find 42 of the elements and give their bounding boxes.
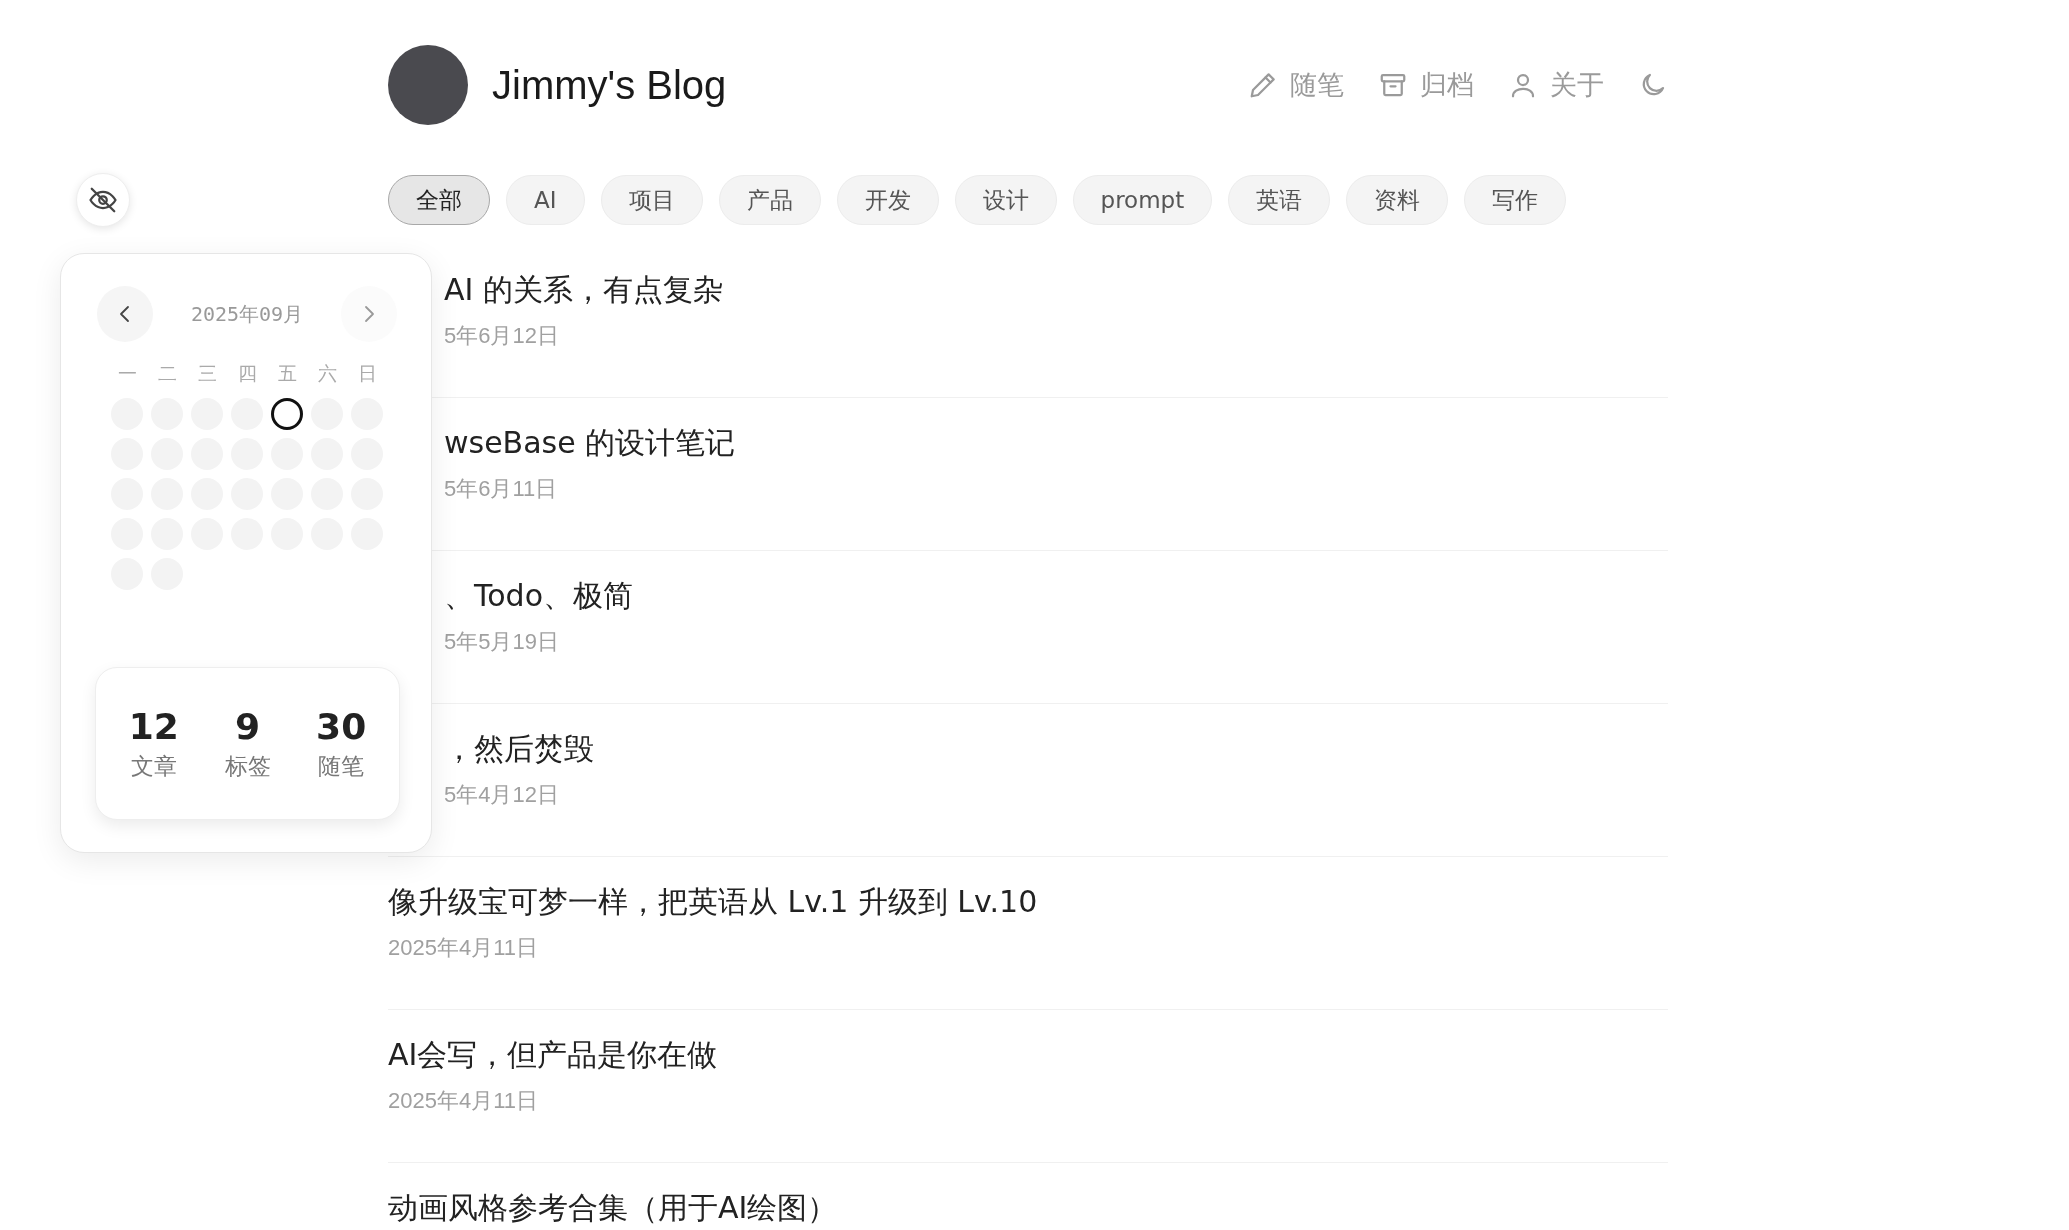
tag-filter[interactable]: 产品 (718, 175, 821, 225)
weekday-label: 六 (316, 361, 338, 386)
weekday-label: 三 (196, 361, 218, 386)
post-title[interactable]: AI会写，但产品是你在做 (388, 1034, 1668, 1076)
site-title[interactable]: Jimmy's Blog (492, 62, 727, 108)
tag-filter[interactable]: 开发 (836, 175, 939, 225)
post-date: 5年4月12日 (444, 781, 560, 809)
stat-label: 文章 (130, 751, 177, 781)
weekday-label: 二 (156, 361, 178, 386)
tag-filter[interactable]: 英语 (1228, 175, 1331, 225)
weekday-label: 日 (356, 361, 378, 386)
stat-value: 30 (316, 705, 367, 747)
post-title[interactable]: ，然后焚毁 (444, 728, 1668, 770)
month-label: 2025年09月 (190, 300, 304, 328)
today-marker[interactable] (271, 398, 303, 430)
tag-filter[interactable]: 资料 (1346, 175, 1449, 225)
tag-filter[interactable]: 设计 (954, 175, 1057, 225)
stat-value: 9 (234, 705, 261, 747)
tag-filter[interactable]: 全部 (388, 175, 490, 225)
post-title[interactable]: 动画风格参考合集（用于AI绘图） (388, 1187, 1668, 1229)
tag-filter[interactable]: 写作 (1464, 175, 1567, 225)
post-date: 5年6月11日 (444, 475, 559, 503)
post-title[interactable]: 、Todo、极简 (444, 575, 1668, 617)
pencil-icon (1248, 70, 1278, 100)
weekday-label: 五 (276, 361, 298, 386)
stat-label: 标签 (224, 751, 271, 781)
stat-value: 12 (128, 705, 179, 747)
weekday-label: 一 (116, 361, 138, 386)
post-title[interactable]: 像升级宝可梦一样，把英语从 Lv.1 升级到 Lv.10 (388, 881, 1668, 923)
hide-toggle-button[interactable] (76, 173, 130, 227)
tag-filter[interactable]: 项目 (600, 175, 703, 225)
tag-filter[interactable]: AI (506, 175, 585, 225)
weekday-label: 四 (236, 361, 258, 386)
post-date: 2025年4月11日 (388, 934, 539, 962)
stat-label: 随笔 (318, 751, 365, 781)
eye-off-icon (88, 185, 118, 215)
post-date: 5年5月19日 (444, 628, 560, 656)
post-title[interactable]: wseBase 的设计笔记 (444, 422, 1668, 464)
tag-filter[interactable]: prompt (1072, 175, 1213, 225)
post-date: 5年6月12日 (444, 322, 560, 350)
post-title[interactable]: AI 的关系，有点复杂 (444, 269, 1668, 311)
post-date: 2025年4月11日 (388, 1087, 539, 1115)
